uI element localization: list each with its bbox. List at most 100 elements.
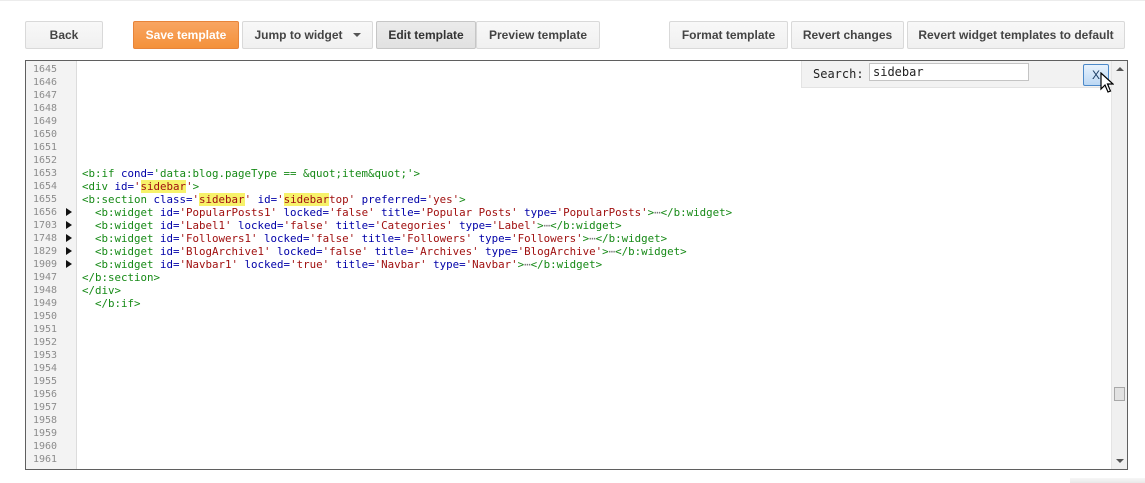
attr-text: cond= — [121, 167, 154, 180]
code-line-1748[interactable]: <b:widget id='Followers1' locked='false'… — [82, 232, 667, 245]
scroll-down-arrow-icon[interactable] — [1116, 459, 1124, 463]
attr-text: preferred= — [361, 193, 427, 206]
tag-text: </b:widget> — [615, 245, 687, 258]
attr-text: title= — [335, 219, 375, 232]
line-number: 1655 — [33, 194, 58, 205]
code-line-1655[interactable]: <b:section class='sidebar' id='sidebarto… — [82, 193, 466, 206]
string-text: 'yes' — [426, 193, 460, 206]
fold-expand-arrow-icon[interactable] — [66, 221, 72, 229]
string-text: 'Label' — [491, 219, 538, 232]
attr-text: title= — [361, 232, 401, 245]
attr-text: class= — [153, 193, 193, 206]
attr-text: locked= — [277, 245, 323, 258]
scrollbar-thumb[interactable] — [1114, 387, 1125, 401]
code-line-1654[interactable]: <div id='sidebar'> — [82, 180, 199, 193]
line-number: 1748 — [33, 233, 58, 244]
back-button[interactable]: Back — [25, 21, 103, 49]
line-number: 1961 — [33, 454, 58, 465]
top-border — [0, 0, 1145, 1]
line-number: 1649 — [33, 116, 58, 127]
code-line-1909[interactable]: <b:widget id='Navbar1' locked='true' tit… — [82, 258, 602, 271]
revert-widget-templates-button[interactable]: Revert widget templates to default — [907, 21, 1125, 49]
tag-text: > — [192, 180, 200, 193]
string-text: 'Followers1' — [179, 232, 265, 245]
code-editor[interactable]: 1645 1646 1647 1648 1649 1650 1651 1652 1653 1654… — [25, 60, 1128, 470]
string-text: 'false' — [309, 232, 362, 245]
search-match-highlight: sidebar — [199, 193, 245, 206]
line-number: 1953 — [33, 350, 58, 361]
line-number: 1955 — [33, 376, 58, 387]
page-corner-shadow — [1070, 478, 1145, 483]
line-number: 1948 — [33, 285, 58, 296]
string-text: 'Followers' — [511, 232, 583, 245]
scroll-up-arrow-icon[interactable] — [1116, 67, 1124, 71]
line-number: 1653 — [33, 168, 58, 179]
revert-changes-button[interactable]: Revert changes — [791, 21, 904, 49]
line-number: 1647 — [33, 90, 58, 101]
code-line-1829[interactable]: <b:widget id='BlogArchive1' locked='fals… — [82, 245, 687, 258]
edit-template-tab[interactable]: Edit template — [376, 21, 476, 49]
save-template-button[interactable]: Save template — [133, 21, 239, 49]
string-text: 'false' — [329, 206, 382, 219]
search-input[interactable] — [869, 63, 1029, 81]
string-text: 'Categories' — [374, 219, 460, 232]
tag-text: <b:widget — [82, 206, 161, 219]
line-number: 1651 — [33, 142, 58, 153]
fold-expand-arrow-icon[interactable] — [66, 260, 72, 268]
string-text: 'Archives' — [413, 245, 486, 258]
string-text: 'Navbar1' — [179, 258, 245, 271]
line-number: 1909 — [33, 259, 58, 270]
line-number: 1654 — [33, 181, 58, 192]
line-number: 1646 — [33, 77, 58, 88]
jump-to-widget-dropdown[interactable]: Jump to widget — [242, 21, 373, 49]
line-number: 1645 — [33, 64, 58, 75]
code-line-1703[interactable]: <b:widget id='Label1' locked='false' tit… — [82, 219, 622, 232]
attr-text: id= — [257, 193, 278, 206]
line-number: 1950 — [33, 311, 58, 322]
line-number: 1957 — [33, 402, 58, 413]
attr-text: title= — [335, 258, 375, 271]
string-text: 'Popular Posts' — [420, 206, 525, 219]
string-text: 'PopularPosts1' — [179, 206, 284, 219]
tag-text: > — [413, 167, 421, 180]
tag-text: <div — [82, 180, 115, 193]
string-text: 'Navbar' — [374, 258, 434, 271]
code-line-1947[interactable]: </b:section> — [82, 271, 160, 284]
code-line-1653[interactable]: <b:if cond='data:blog.pageType == &quot;… — [82, 167, 420, 180]
string-text: 'BlogArchive' — [517, 245, 603, 258]
string-text: ' — [277, 193, 284, 206]
tag-text: <b:widget — [82, 245, 161, 258]
attr-text: id= — [160, 219, 180, 232]
format-template-button[interactable]: Format template — [669, 21, 788, 49]
string-text: 'true' — [290, 258, 336, 271]
attr-text: type= — [524, 206, 557, 219]
code-line-1948[interactable]: </div> — [82, 284, 121, 297]
line-number: 1829 — [33, 246, 58, 257]
preview-template-tab[interactable]: Preview template — [476, 21, 600, 49]
string-text: ' — [134, 180, 141, 193]
jump-to-widget-label: Jump to widget — [254, 28, 343, 42]
line-number: 1656 — [33, 207, 58, 218]
code-line-1949[interactable]: </b:if> — [82, 297, 141, 310]
fold-expand-arrow-icon[interactable] — [66, 234, 72, 242]
attr-text: type= — [459, 219, 492, 232]
fold-expand-arrow-icon[interactable] — [66, 208, 72, 216]
tag-text: <b:widget — [82, 232, 161, 245]
search-label: Search: — [813, 67, 864, 81]
string-text: ' — [244, 193, 258, 206]
code-line-1656[interactable]: <b:widget id='PopularPosts1' locked='fal… — [82, 206, 732, 219]
attr-text: locked= — [238, 219, 284, 232]
attr-text: id= — [160, 245, 180, 258]
string-text: 'Followers' — [400, 232, 479, 245]
search-match-highlight: sidebar — [283, 193, 330, 206]
vertical-scrollbar[interactable] — [1111, 61, 1127, 469]
string-text: 'data:blog.pageType == &quot;item&quot;' — [153, 167, 414, 180]
line-number: 1648 — [33, 103, 58, 114]
mouse-pointer-icon — [1100, 72, 1114, 93]
attr-text: locked= — [244, 258, 291, 271]
string-text: 'PopularPosts' — [556, 206, 648, 219]
line-number: 1951 — [33, 324, 58, 335]
fold-expand-arrow-icon[interactable] — [66, 247, 72, 255]
line-number: 1947 — [33, 272, 58, 283]
line-number: 1952 — [33, 337, 58, 348]
